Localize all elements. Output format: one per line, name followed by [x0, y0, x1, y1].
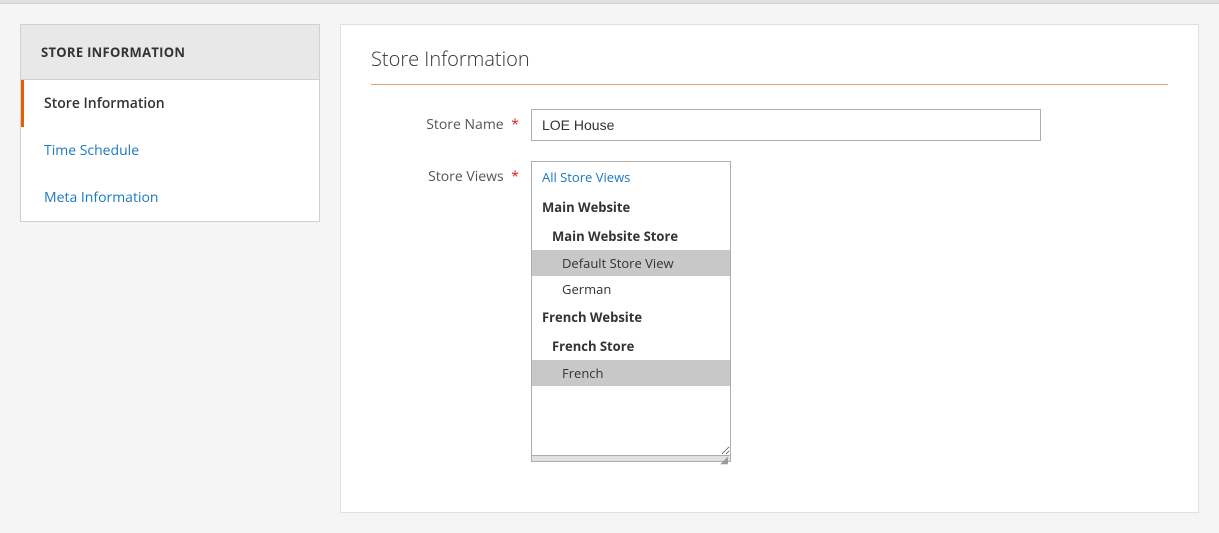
resize-icon: ◢	[720, 452, 728, 466]
option-french-store[interactable]: French Store	[532, 332, 730, 360]
sidebar-item-meta-information[interactable]: Meta Information	[21, 174, 319, 221]
option-main-website[interactable]: Main Website	[532, 192, 730, 222]
store-name-input[interactable]	[531, 109, 1041, 141]
sidebar-menu: Store Information Time Schedule Meta Inf…	[20, 79, 320, 222]
option-french-website[interactable]: French Website	[532, 302, 730, 332]
sidebar: STORE INFORMATION Store Information Time…	[20, 24, 320, 513]
option-all-store-views[interactable]: All Store Views	[532, 162, 730, 192]
store-views-listbox[interactable]: All Store Views Main Website Main Websit…	[531, 161, 731, 456]
sidebar-header: STORE INFORMATION	[20, 24, 320, 79]
store-views-field: All Store Views Main Website Main Websit…	[531, 161, 1168, 462]
store-name-label: Store Name *	[371, 109, 531, 134]
store-views-row: Store Views * All Store Views Main Websi…	[371, 161, 1168, 462]
store-views-required: *	[511, 167, 519, 186]
option-default-store-view[interactable]: Default Store View	[532, 250, 730, 276]
store-views-label: Store Views *	[371, 161, 531, 186]
sidebar-item-label-store-information: Store Information	[44, 94, 165, 113]
sidebar-item-time-schedule[interactable]: Time Schedule	[21, 127, 319, 174]
page-container: STORE INFORMATION Store Information Time…	[0, 4, 1219, 533]
option-german[interactable]: German	[532, 276, 730, 302]
option-french[interactable]: French	[532, 360, 730, 386]
store-name-required: *	[511, 115, 519, 134]
store-name-field	[531, 109, 1168, 141]
store-name-row: Store Name *	[371, 109, 1168, 141]
resize-handle[interactable]: ◢	[531, 456, 731, 462]
sidebar-item-label-time-schedule: Time Schedule	[44, 141, 139, 160]
main-content: Store Information Store Name * Store Vie…	[340, 24, 1199, 513]
sidebar-item-store-information[interactable]: Store Information	[21, 80, 319, 127]
option-main-website-store[interactable]: Main Website Store	[532, 222, 730, 250]
sidebar-item-label-meta-information: Meta Information	[44, 188, 158, 207]
section-title: Store Information	[371, 45, 1168, 85]
